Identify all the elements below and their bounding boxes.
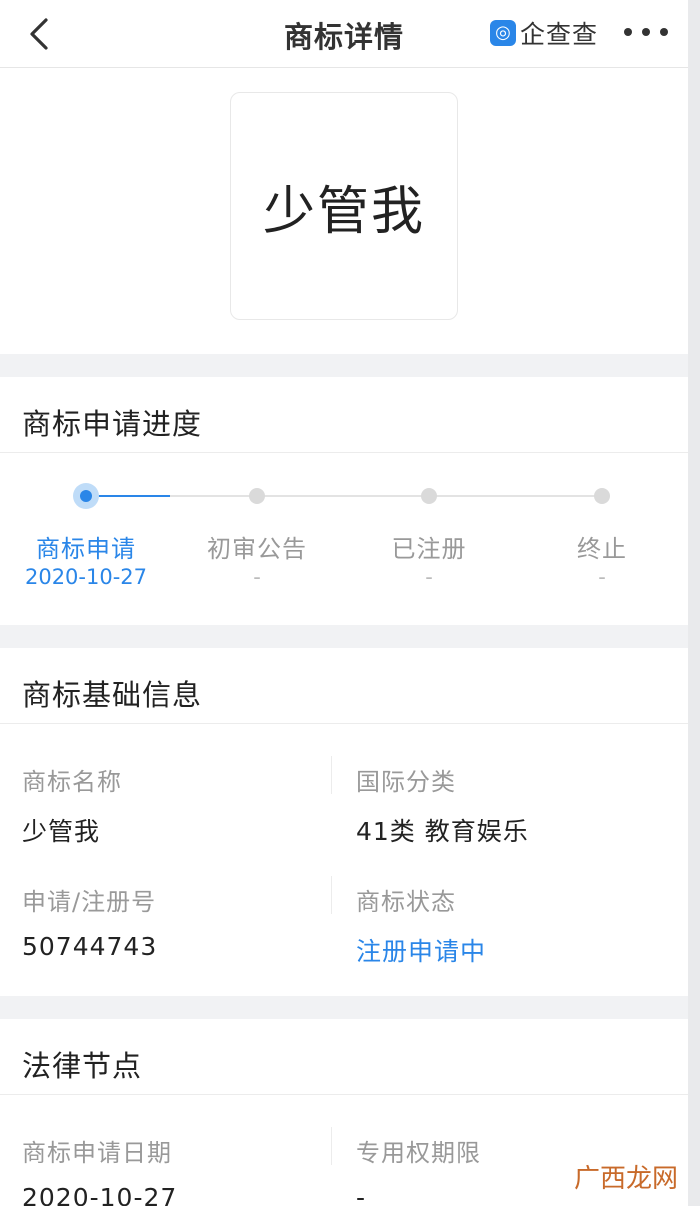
trademark-image[interactable]: 少管我 <box>230 92 458 320</box>
field-label-application-date: 商标申请日期 <box>22 1139 172 1167</box>
section-title-basic-info: 商标基础信息 <box>22 678 203 712</box>
more-dots-icon <box>642 28 650 36</box>
step-label-2: 初审公告 <box>207 535 307 563</box>
site-watermark: 广西龙网 <box>574 1164 679 1194</box>
field-label-exclusive-term: 专用权期限 <box>356 1139 481 1167</box>
step-label-4: 终止 <box>577 535 627 563</box>
brand-name: 企查查 <box>520 20 599 49</box>
column-divider <box>331 1127 332 1165</box>
section-title-progress: 商标申请进度 <box>22 407 203 441</box>
column-divider <box>331 756 332 794</box>
more-dots-icon <box>660 28 668 36</box>
progress-track-active <box>88 495 170 497</box>
field-value-intl-class: 41类 教育娱乐 <box>356 817 529 846</box>
field-value-exclusive-term: - <box>356 1183 367 1206</box>
section-divider <box>0 723 688 724</box>
field-value-trademark-name: 少管我 <box>22 817 101 846</box>
more-dots-icon <box>624 28 632 36</box>
field-label-status: 商标状态 <box>356 888 456 916</box>
brand-logo-glyph: ◎ <box>495 22 511 43</box>
step-dot-1 <box>73 483 99 509</box>
screen-edge <box>688 0 700 1206</box>
step-label-3: 已注册 <box>391 535 467 563</box>
step-date-4: - <box>598 565 606 589</box>
column-divider <box>331 876 332 914</box>
step-dot-4 <box>594 488 610 504</box>
brand-link[interactable]: ◎ 企查查 <box>490 16 598 50</box>
top-nav-bar: 商标详情 ◎ 企查查 <box>0 0 688 68</box>
field-label-intl-class: 国际分类 <box>356 768 456 796</box>
step-label-1: 商标申请 <box>36 535 136 563</box>
field-value-application-date: 2020-10-27 <box>22 1183 178 1206</box>
trademark-image-text: 少管我 <box>262 181 425 242</box>
basic-info-section: 商标基础信息 商标名称 少管我 国际分类 41类 教育娱乐 申请/注册号 507… <box>0 648 688 996</box>
brand-logo-icon: ◎ <box>490 20 516 46</box>
step-date-2: - <box>253 565 261 589</box>
field-label-trademark-name: 商标名称 <box>22 768 122 796</box>
step-date-3: - <box>425 565 433 589</box>
step-dot-3 <box>421 488 437 504</box>
step-dot-2 <box>249 488 265 504</box>
application-progress-section: 商标申请进度 商标申请 2020-10-27 初审公告 - 已注册 - 终止 - <box>0 377 688 625</box>
section-title-legal: 法律节点 <box>22 1049 143 1083</box>
field-label-reg-number: 申请/注册号 <box>22 888 157 916</box>
section-divider <box>0 452 688 453</box>
more-button[interactable] <box>624 20 668 44</box>
trademark-image-section: 少管我 <box>0 68 688 354</box>
field-value-status[interactable]: 注册申请中 <box>356 932 486 968</box>
field-value-reg-number: 50744743 <box>22 932 158 961</box>
step-date-1: 2020-10-27 <box>24 565 148 589</box>
section-divider <box>0 1094 688 1095</box>
